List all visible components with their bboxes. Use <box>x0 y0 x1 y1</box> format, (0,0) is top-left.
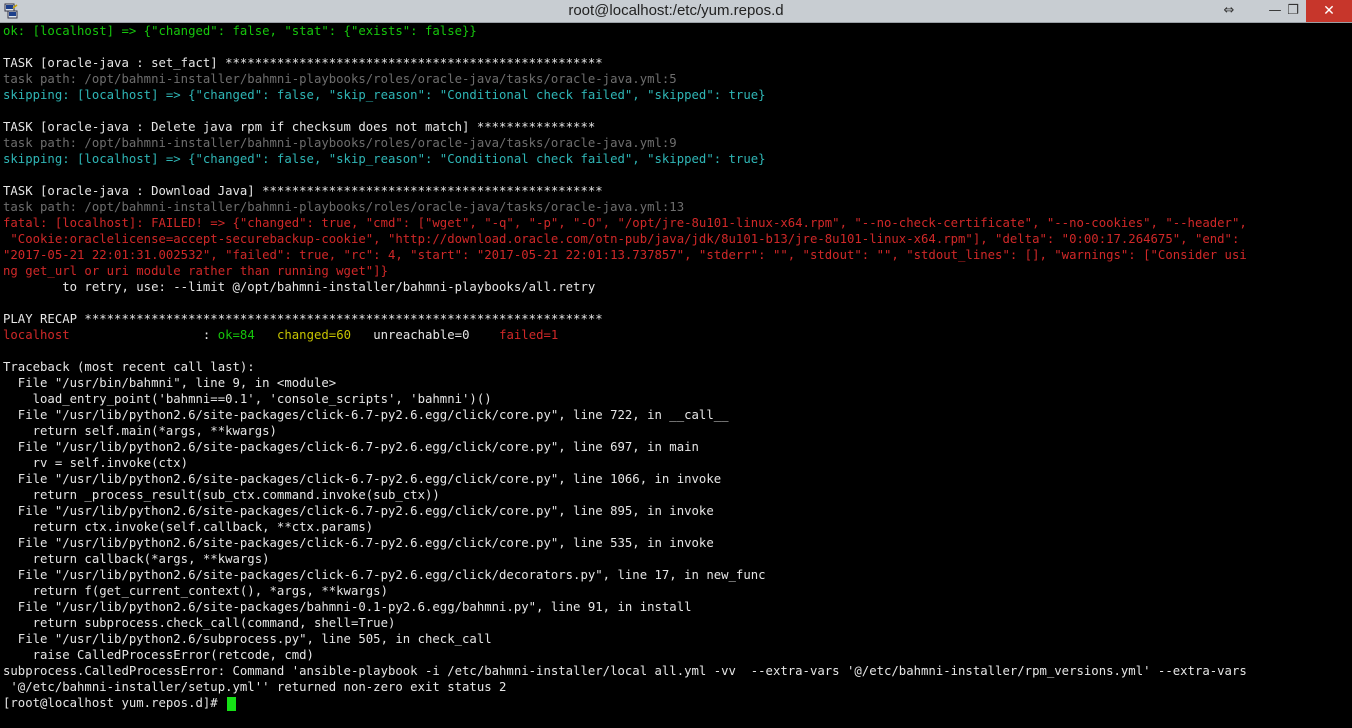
terminal-text: return callback(*args, **kwargs) <box>3 552 270 566</box>
terminal-line: fatal: [localhost]: FAILED! => {"changed… <box>0 215 1352 231</box>
terminal-text: failed=1 <box>499 328 559 342</box>
terminal-text: File "/usr/lib/python2.6/site-packages/c… <box>3 408 729 422</box>
terminal-text: PLAY RECAP *****************************… <box>3 312 603 326</box>
terminal-text: Traceback (most recent call last): <box>3 360 255 374</box>
terminal-text: return f(get_current_context(), *args, *… <box>3 584 388 598</box>
terminal-text: rv = self.invoke(ctx) <box>3 456 189 470</box>
title-bar[interactable]: root@localhost:/etc/yum.repos.d ⇔ — ❐ ✕ <box>0 0 1352 23</box>
terminal-text: File "/usr/lib/python2.6/subprocess.py",… <box>3 632 492 646</box>
terminal-line: File "/usr/lib/python2.6/site-packages/c… <box>0 439 1352 455</box>
terminal-line: '@/etc/bahmni-installer/setup.yml'' retu… <box>0 679 1352 695</box>
terminal-line: "2017-05-21 22:01:31.002532", "failed": … <box>0 247 1352 263</box>
close-button[interactable]: ✕ <box>1306 0 1352 22</box>
terminal-line: rv = self.invoke(ctx) <box>0 455 1352 471</box>
terminal-line: return callback(*args, **kwargs) <box>0 551 1352 567</box>
shell-prompt-line[interactable]: [root@localhost yum.repos.d]# <box>0 695 1352 711</box>
terminal-line: load_entry_point('bahmni==0.1', 'console… <box>0 391 1352 407</box>
terminal-line: File "/usr/lib/python2.6/subprocess.py",… <box>0 631 1352 647</box>
terminal-line: raise CalledProcessError(retcode, cmd) <box>0 647 1352 663</box>
terminal-text: File "/usr/lib/python2.6/site-packages/c… <box>3 504 714 518</box>
terminal-line: TASK [oracle-java : Delete java rpm if c… <box>0 119 1352 135</box>
terminal-text: "Cookie:oraclelicense=accept-securebacku… <box>3 232 1240 246</box>
terminal-text: unreachable=0 <box>351 328 500 342</box>
terminal-text: return subprocess.check_call(command, sh… <box>3 616 396 630</box>
terminal-line: "Cookie:oraclelicense=accept-securebacku… <box>0 231 1352 247</box>
terminal-text: '@/etc/bahmni-installer/setup.yml'' retu… <box>3 680 507 694</box>
terminal-line: File "/usr/lib/python2.6/site-packages/c… <box>0 407 1352 423</box>
terminal-line: localhost : ok=84 changed=60 unreachable… <box>0 327 1352 343</box>
terminal-text: File "/usr/bin/bahmni", line 9, in <modu… <box>3 376 337 390</box>
resize-icon[interactable]: ⇔ <box>1218 0 1240 22</box>
terminal-text: "2017-05-21 22:01:31.002532", "failed": … <box>3 248 1247 262</box>
terminal-text: fatal: [localhost]: FAILED! => {"changed… <box>3 216 1247 230</box>
terminal-line: ok: [localhost] => {"changed": false, "s… <box>0 23 1352 39</box>
terminal-line: TASK [oracle-java : set_fact] **********… <box>0 55 1352 71</box>
terminal-line: task path: /opt/bahmni-installer/bahmni-… <box>0 199 1352 215</box>
terminal-text: TASK [oracle-java : Download Java] *****… <box>3 184 603 198</box>
terminal-line: ng get_url or uri module rather than run… <box>0 263 1352 279</box>
terminal-output[interactable]: ok: [localhost] => {"changed": false, "s… <box>0 23 1352 728</box>
terminal-line: File "/usr/bin/bahmni", line 9, in <modu… <box>0 375 1352 391</box>
terminal-line: File "/usr/lib/python2.6/site-packages/c… <box>0 471 1352 487</box>
terminal-line: subprocess.CalledProcessError: Command '… <box>0 663 1352 679</box>
terminal-line: task path: /opt/bahmni-installer/bahmni-… <box>0 71 1352 87</box>
terminal-text: return self.main(*args, **kwargs) <box>3 424 277 438</box>
terminal-line: return ctx.invoke(self.callback, **ctx.p… <box>0 519 1352 535</box>
terminal-line: skipping: [localhost] => {"changed": fal… <box>0 87 1352 103</box>
terminal-text: : <box>69 328 218 342</box>
terminal-line: skipping: [localhost] => {"changed": fal… <box>0 151 1352 167</box>
terminal-text: task path: /opt/bahmni-installer/bahmni-… <box>3 136 677 150</box>
terminal-line: return subprocess.check_call(command, sh… <box>0 615 1352 631</box>
terminal-line: File "/usr/lib/python2.6/site-packages/b… <box>0 599 1352 615</box>
terminal-text: TASK [oracle-java : Delete java rpm if c… <box>3 120 596 134</box>
terminal-line: File "/usr/lib/python2.6/site-packages/c… <box>0 503 1352 519</box>
terminal-lines: ok: [localhost] => {"changed": false, "s… <box>0 23 1352 695</box>
terminal-line: to retry, use: --limit @/opt/bahmni-inst… <box>0 279 1352 295</box>
terminal-text: ok=84 <box>217 328 255 342</box>
terminal-text: File "/usr/lib/python2.6/site-packages/c… <box>3 568 766 582</box>
terminal-line: TASK [oracle-java : Download Java] *****… <box>0 183 1352 199</box>
terminal-line: File "/usr/lib/python2.6/site-packages/c… <box>0 535 1352 551</box>
terminal-text: File "/usr/lib/python2.6/site-packages/c… <box>3 472 722 486</box>
terminal-line: return f(get_current_context(), *args, *… <box>0 583 1352 599</box>
terminal-line: task path: /opt/bahmni-installer/bahmni-… <box>0 135 1352 151</box>
terminal-text: ok: [localhost] => {"changed": false, "s… <box>3 24 477 38</box>
terminal-text: to retry, use: --limit @/opt/bahmni-inst… <box>3 280 596 294</box>
terminal-text: task path: /opt/bahmni-installer/bahmni-… <box>3 72 677 86</box>
terminal-line: File "/usr/lib/python2.6/site-packages/c… <box>0 567 1352 583</box>
terminal-text: load_entry_point('bahmni==0.1', 'console… <box>3 392 492 406</box>
shell-prompt: [root@localhost yum.repos.d]# <box>3 696 226 710</box>
text-cursor <box>227 696 237 711</box>
terminal-text: task path: /opt/bahmni-installer/bahmni-… <box>3 200 685 214</box>
terminal-text: skipping: [localhost] => {"changed": fal… <box>3 152 766 166</box>
terminal-line: return self.main(*args, **kwargs) <box>0 423 1352 439</box>
terminal-text: ng get_url or uri module rather than run… <box>3 264 388 278</box>
terminal-text: localhost <box>3 328 70 342</box>
window-title: root@localhost:/etc/yum.repos.d <box>568 2 784 19</box>
maximize-button[interactable]: ❐ <box>1280 0 1306 22</box>
terminal-text: return ctx.invoke(self.callback, **ctx.p… <box>3 520 374 534</box>
terminal-text: raise CalledProcessError(retcode, cmd) <box>3 648 314 662</box>
terminal-text: skipping: [localhost] => {"changed": fal… <box>3 88 766 102</box>
terminal-line: Traceback (most recent call last): <box>0 359 1352 375</box>
terminal-text: changed=60 <box>276 328 352 342</box>
terminal-line: PLAY RECAP *****************************… <box>0 311 1352 327</box>
terminal-text: TASK [oracle-java : set_fact] **********… <box>3 56 603 70</box>
terminal-text: subprocess.CalledProcessError: Command '… <box>3 664 1247 678</box>
terminal-text: File "/usr/lib/python2.6/site-packages/c… <box>3 440 699 454</box>
terminal-text: File "/usr/lib/python2.6/site-packages/b… <box>3 600 692 614</box>
terminal-text: File "/usr/lib/python2.6/site-packages/c… <box>3 536 714 550</box>
terminal-line: return _process_result(sub_ctx.command.i… <box>0 487 1352 503</box>
terminal-text: return _process_result(sub_ctx.command.i… <box>3 488 440 502</box>
